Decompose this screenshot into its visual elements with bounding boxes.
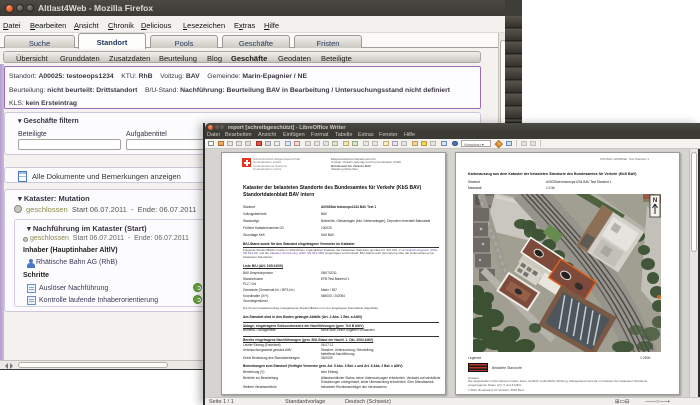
svg-text:N: N <box>653 198 657 204</box>
